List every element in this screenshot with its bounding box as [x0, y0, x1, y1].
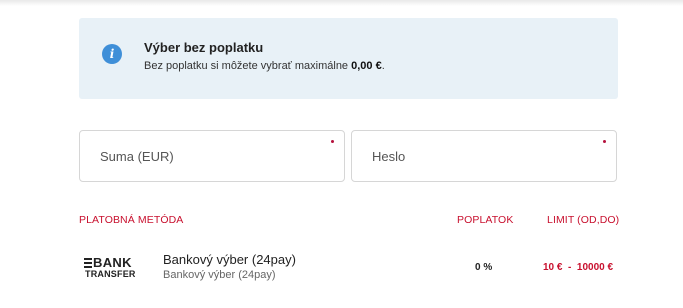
column-header-limit: LIMIT (OD,DO) [547, 214, 620, 226]
notice-amount: 0,00 € [351, 60, 382, 72]
required-indicator [331, 140, 334, 143]
password-input[interactable] [352, 131, 616, 181]
password-field[interactable] [351, 130, 617, 182]
method-subtitle: Bankový výber (24pay) [163, 269, 276, 281]
logo-bars [84, 258, 92, 268]
amount-input[interactable] [80, 131, 344, 181]
required-indicator [603, 140, 606, 143]
method-limit: 10 € - 10000 € [543, 262, 614, 273]
logo-text-bank: BANK [93, 255, 132, 270]
method-fee: 0 % [475, 262, 493, 273]
notice-text-prefix: Bez poplatku si môžete vybrať maximálne [144, 60, 352, 72]
header-shadow [0, 0, 683, 6]
amount-field[interactable] [79, 130, 345, 182]
info-icon: i [102, 44, 122, 64]
method-name: Bankový výber (24pay) [163, 252, 296, 267]
notice-text: Bez poplatku si môžete vybrať maximálne … [144, 60, 385, 72]
bank-transfer-logo: BANK TRANSFER [84, 255, 144, 282]
column-header-fee: POPLATOK [457, 214, 514, 226]
fee-free-withdrawal-notice: i Výber bez poplatku Bez poplatku si môž… [79, 18, 618, 99]
payment-method-row[interactable]: BANK TRANSFER Bankový výber (24pay) Bank… [79, 246, 619, 290]
notice-title: Výber bez poplatku [144, 40, 264, 55]
column-header-method: PLATOBNÁ METÓDA [79, 214, 184, 226]
notice-text-suffix: . [381, 60, 385, 72]
logo-text-transfer: TRANSFER [85, 269, 136, 279]
